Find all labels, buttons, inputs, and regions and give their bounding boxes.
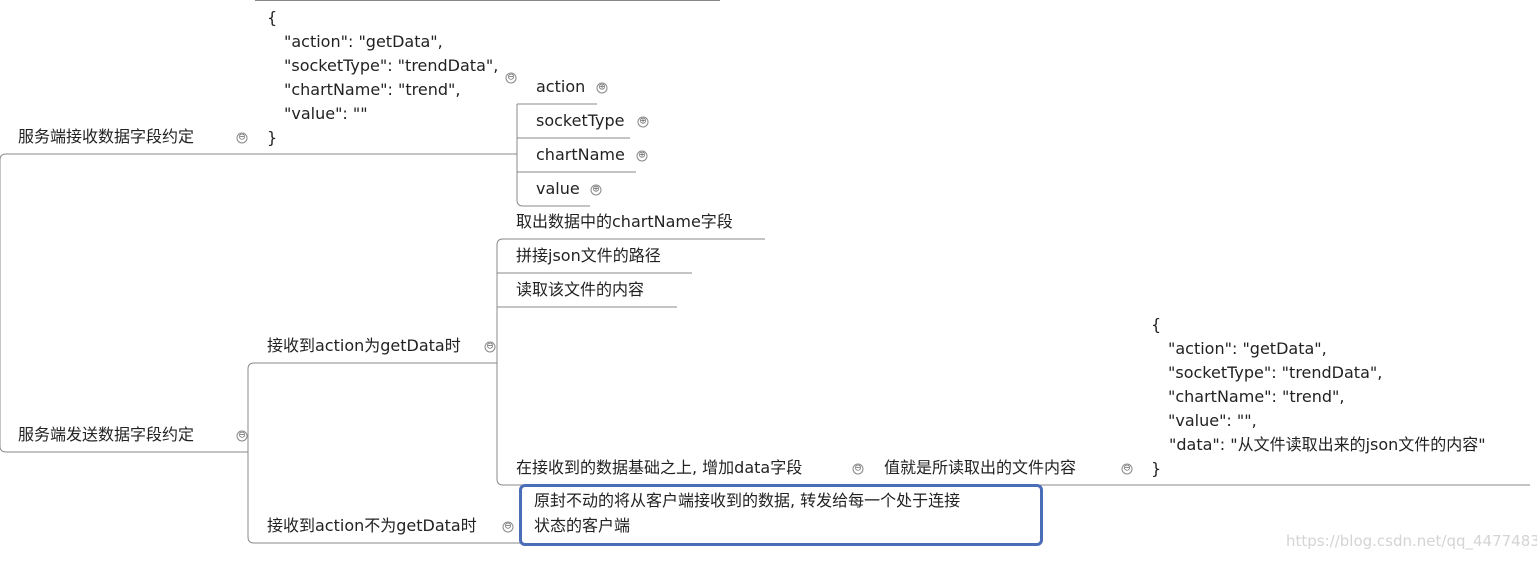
- note-line: 状态的客户端: [534, 516, 631, 535]
- node-action-getdata[interactable]: 接收到action为getData时: [267, 334, 461, 358]
- json-line: "data": "从文件读取出来的json文件的内容": [1169, 435, 1486, 454]
- node-value-content[interactable]: 值就是所读取出的文件内容: [884, 456, 1076, 480]
- json-line: "socketType": "trendData",: [1168, 363, 1383, 382]
- note-line: 原封不动的将从客户端接收到的数据, 转发给每一个处于连接: [534, 491, 961, 510]
- expand-icon[interactable]: ⊕: [637, 116, 649, 128]
- json-line: "chartName": "trend",: [1168, 387, 1345, 406]
- json-line: }: [267, 128, 278, 147]
- collapse-icon[interactable]: ⊖: [484, 341, 496, 353]
- root-connector: [0, 153, 517, 453]
- node-action-not-getdata[interactable]: 接收到action不为getData时: [267, 514, 477, 538]
- json-line: "value": "",: [1168, 411, 1257, 430]
- collapse-icon[interactable]: ⊖: [236, 132, 248, 144]
- node-step[interactable]: 拼接json文件的路径: [516, 244, 661, 268]
- expand-icon[interactable]: ⊕: [636, 150, 648, 162]
- node-field-chartname[interactable]: chartName: [536, 143, 625, 167]
- json-line: {: [1151, 315, 1162, 334]
- node-server-receive[interactable]: 服务端接收数据字段约定: [18, 125, 194, 149]
- collapse-icon[interactable]: ⊖: [236, 430, 248, 442]
- node-step[interactable]: 在接收到的数据基础之上, 增加data字段: [516, 456, 802, 480]
- node-field-sockettype[interactable]: socketType: [536, 109, 624, 133]
- json-line: "socketType": "trendData",: [284, 56, 499, 75]
- node-step[interactable]: 取出数据中的chartName字段: [516, 210, 733, 234]
- node-step[interactable]: 读取该文件的内容: [516, 278, 644, 302]
- json-line: "value": "": [284, 104, 368, 123]
- expand-icon[interactable]: ⊕: [590, 184, 602, 196]
- json-line: "chartName": "trend",: [284, 80, 461, 99]
- json-line: }: [1151, 459, 1162, 478]
- json-line: "action": "getData",: [284, 32, 443, 51]
- collapse-icon[interactable]: ⊖: [505, 72, 517, 84]
- node-field-value[interactable]: value: [536, 177, 580, 201]
- collapse-icon[interactable]: ⊖: [1121, 463, 1133, 475]
- collapse-icon[interactable]: ⊖: [852, 463, 864, 475]
- collapse-icon[interactable]: ⊖: [502, 521, 514, 533]
- json-line: {: [267, 8, 278, 27]
- node-field-action[interactable]: action: [536, 75, 585, 99]
- node-server-send[interactable]: 服务端发送数据字段约定: [18, 423, 194, 447]
- watermark: https://blog.csdn.net/qq_44774831: [1286, 532, 1537, 550]
- json-line: "action": "getData",: [1168, 339, 1327, 358]
- expand-icon[interactable]: ⊕: [596, 82, 608, 94]
